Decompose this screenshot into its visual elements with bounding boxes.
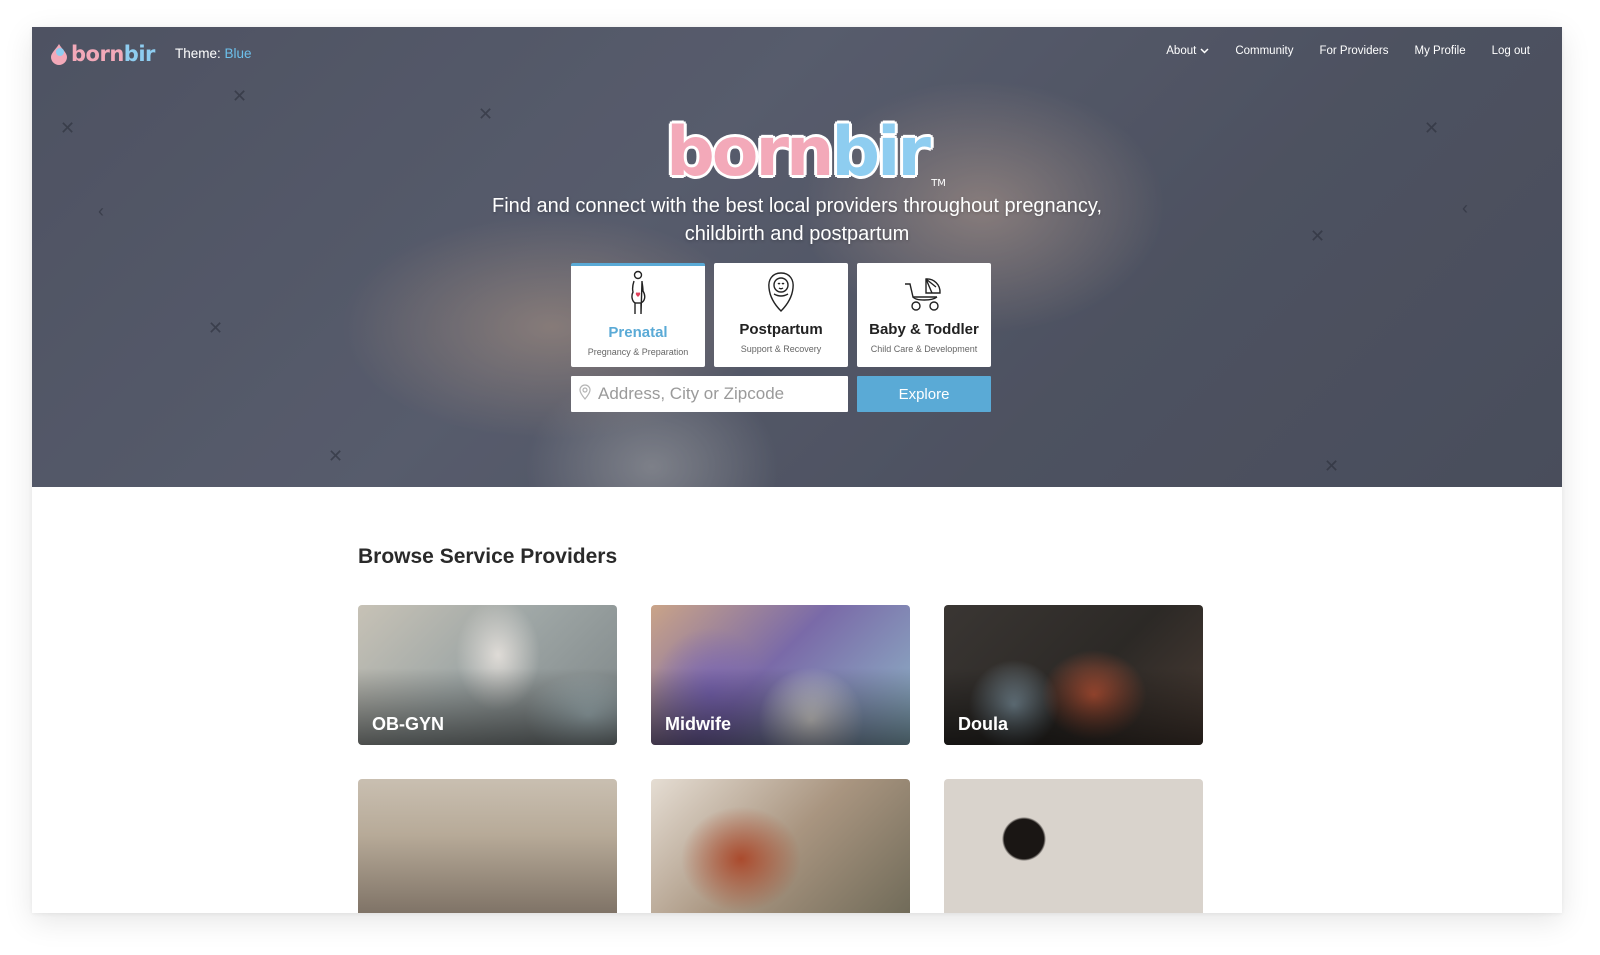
address-field-wrapper	[571, 376, 848, 412]
tab-prenatal-label: Prenatal	[608, 324, 668, 341]
tab-baby-toddler-label: Baby & Toddler	[869, 321, 979, 338]
brand-wordmark-blue: bir	[831, 113, 931, 192]
tagline-line-1: Find and connect with the best local pro…	[492, 195, 1102, 217]
location-search: Explore	[571, 376, 991, 412]
provider-card-midwife[interactable]: Midwife	[651, 605, 910, 745]
tab-postpartum-sub: Support & Recovery	[740, 344, 822, 354]
theme-label: Theme:	[175, 46, 221, 61]
category-tabs: Prenatal Pregnancy & Preparation Postpar…	[571, 263, 991, 367]
chevron-down-icon	[1200, 46, 1209, 56]
explore-button[interactable]: Explore	[857, 376, 991, 412]
header-logo[interactable]: born bir	[50, 39, 155, 69]
trademark-mark: TM	[931, 178, 946, 189]
nav-about[interactable]: About	[1166, 45, 1209, 57]
tab-prenatal[interactable]: Prenatal Pregnancy & Preparation	[571, 263, 705, 367]
swaddled-baby-icon	[714, 263, 848, 313]
stroller-icon	[857, 263, 991, 313]
nav-links: About Community For Providers My Profile…	[1166, 45, 1530, 57]
drop-logo-icon	[50, 43, 68, 65]
tab-baby-toddler[interactable]: Baby & Toddler Child Care & Development	[857, 263, 991, 367]
nav-log-out[interactable]: Log out	[1492, 45, 1530, 57]
hero-tagline: Find and connect with the best local pro…	[32, 192, 1562, 248]
provider-card-label: OB-GYN	[372, 714, 444, 734]
provider-card-birth-center[interactable]	[358, 779, 617, 913]
tab-postpartum[interactable]: Postpartum Support & Recovery	[714, 263, 848, 367]
browser-page: ✕ ✕ ✕ ✕ ✕ ‹ ✕ ✕ ‹ ✕ born bir Theme: Blue…	[32, 27, 1562, 913]
provider-card-label: Midwife	[665, 714, 731, 734]
tab-postpartum-label: Postpartum	[739, 321, 823, 338]
pregnant-woman-icon	[571, 266, 705, 316]
tab-baby-toddler-sub: Child Care & Development	[870, 344, 978, 354]
tab-prenatal-sub: Pregnancy & Preparation	[587, 347, 689, 357]
tagline-line-2: childbirth and postpartum	[684, 223, 910, 245]
top-nav: born bir Theme: Blue About Community For …	[32, 27, 1562, 83]
location-pin-icon	[579, 383, 591, 405]
provider-card-doula[interactable]: Doula	[944, 605, 1203, 745]
nav-my-profile[interactable]: My Profile	[1415, 45, 1466, 57]
theme-value: Blue	[224, 46, 252, 61]
provider-card-obgyn[interactable]: OB-GYN	[358, 605, 617, 745]
hero-banner: ✕ ✕ ✕ ✕ ✕ ‹ ✕ ✕ ‹ ✕ born bir Theme: Blue…	[32, 27, 1562, 487]
provider-card-lactation[interactable]	[651, 779, 910, 913]
logo-text-pink: born	[71, 42, 124, 66]
provider-card-support[interactable]	[944, 779, 1203, 913]
nav-about-label: About	[1166, 45, 1197, 57]
brand-wordmark-pink: born	[666, 113, 834, 192]
nav-for-providers[interactable]: For Providers	[1319, 45, 1388, 57]
address-input[interactable]	[598, 384, 838, 404]
brand-wordmark: bornbir TM	[666, 119, 946, 189]
browse-section-title: Browse Service Providers	[358, 545, 618, 568]
mattress-texture: ✕ ✕ ✕ ✕ ✕ ‹ ✕ ✕ ‹ ✕	[60, 86, 1468, 476]
theme-indicator[interactable]: Theme: Blue	[175, 46, 252, 61]
provider-card-label: Doula	[958, 714, 1009, 734]
nav-community[interactable]: Community	[1235, 45, 1293, 57]
logo-text-blue: bir	[123, 42, 156, 66]
hero-brand-logo: bornbir TM	[32, 119, 1562, 189]
